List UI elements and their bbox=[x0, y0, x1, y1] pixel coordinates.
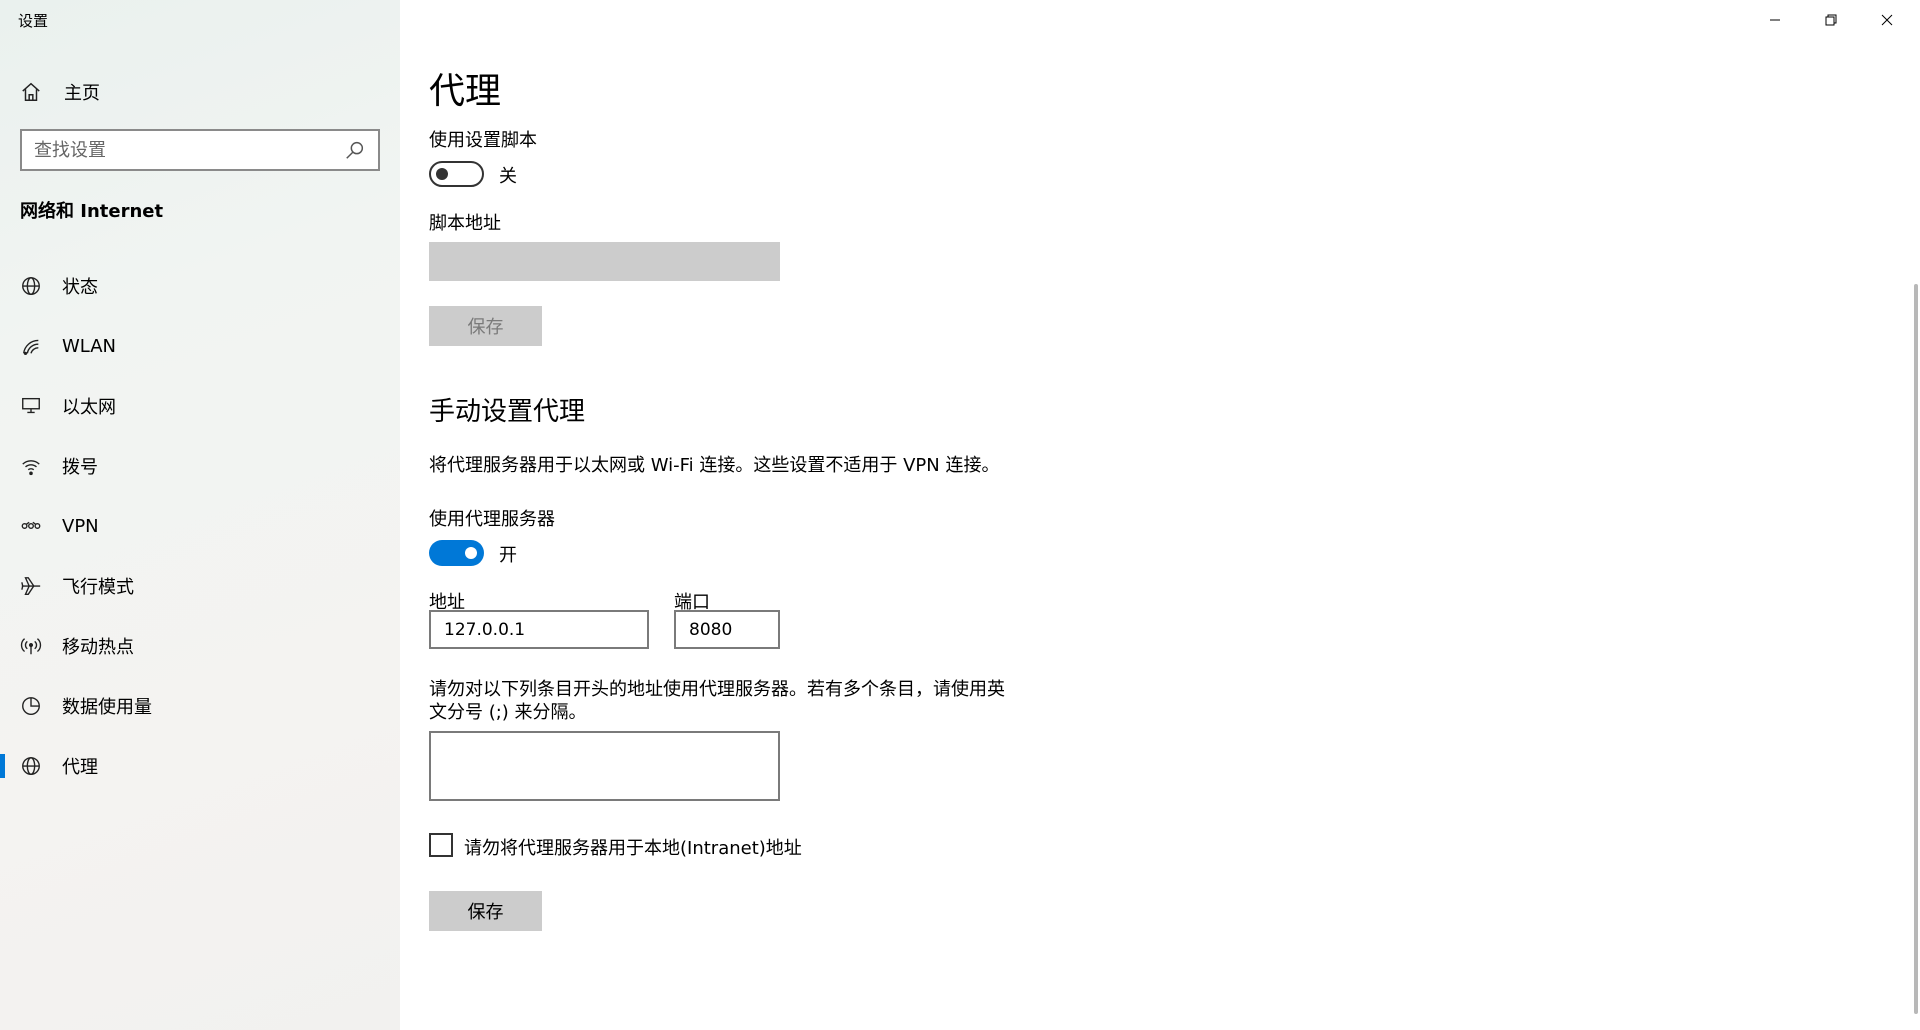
exceptions-description-line2: 文分号 (;) 来分隔。 bbox=[429, 702, 587, 723]
manual-save-button[interactable]: 保存 bbox=[429, 891, 542, 931]
sidebar-item-label: 移动热点 bbox=[62, 637, 134, 658]
search-box[interactable] bbox=[20, 129, 380, 171]
sidebar-item-hotspot[interactable]: 移动热点 bbox=[0, 616, 400, 676]
sidebar-item-label: 飞行模式 bbox=[62, 577, 134, 598]
toggle-knob bbox=[436, 168, 448, 180]
data-usage-icon bbox=[20, 695, 42, 717]
sidebar-item-label: VPN bbox=[62, 515, 99, 537]
nav-home-label: 主页 bbox=[64, 83, 100, 104]
sidebar-item-dialup[interactable]: 拨号 bbox=[0, 436, 400, 496]
nav-home[interactable]: 主页 bbox=[0, 72, 400, 112]
sidebar-item-label: WLAN bbox=[62, 335, 117, 357]
sidebar-item-vpn[interactable]: VPN bbox=[0, 496, 400, 556]
use-script-toggle[interactable] bbox=[429, 161, 484, 187]
script-address-field bbox=[429, 242, 780, 281]
sidebar-item-proxy[interactable]: 代理 bbox=[0, 736, 400, 796]
sidebar-item-wlan[interactable]: WLAN bbox=[0, 316, 400, 376]
sidebar-item-status[interactable]: 状态 bbox=[0, 256, 400, 316]
address-input[interactable] bbox=[429, 610, 649, 649]
airplane-icon bbox=[20, 575, 42, 597]
search-input[interactable] bbox=[34, 139, 344, 161]
page-title: 代理 bbox=[429, 71, 502, 112]
sidebar-item-ethernet[interactable]: 以太网 bbox=[0, 376, 400, 436]
scrollbar[interactable] bbox=[1914, 284, 1918, 1014]
nav-list: 状态 WLAN 以太网 拨号 VPN 飞行模式 移动热点 数据使用量 代理 bbox=[0, 256, 400, 796]
bypass-local-label: 请勿将代理服务器用于本地(Intranet)地址 bbox=[464, 838, 802, 859]
dialup-icon bbox=[20, 455, 42, 477]
section-title: 网络和 Internet bbox=[20, 201, 164, 222]
sidebar-item-label: 代理 bbox=[62, 757, 98, 778]
wifi-icon bbox=[20, 335, 42, 357]
use-proxy-state: 开 bbox=[499, 545, 517, 566]
use-proxy-label: 使用代理服务器 bbox=[429, 509, 555, 530]
script-address-label: 脚本地址 bbox=[429, 213, 501, 234]
sidebar-item-label: 状态 bbox=[62, 277, 98, 298]
manual-description: 将代理服务器用于以太网或 Wi-Fi 连接。这些设置不适用于 VPN 连接。 bbox=[429, 455, 1000, 476]
script-save-button: 保存 bbox=[429, 306, 542, 346]
use-script-state: 关 bbox=[499, 166, 517, 187]
globe-status-icon bbox=[20, 275, 42, 297]
home-icon bbox=[20, 81, 42, 103]
ethernet-icon bbox=[20, 395, 42, 417]
bypass-local-checkbox[interactable] bbox=[429, 833, 453, 857]
exceptions-input[interactable] bbox=[429, 731, 780, 801]
main-content: 代理 使用设置脚本 关 脚本地址 保存 手动设置代理 将代理服务器用于以太网或 … bbox=[400, 0, 1920, 1030]
app-title: 设置 bbox=[18, 12, 49, 30]
sidebar: 设置 主页 网络和 Internet 状态 WLAN bbox=[0, 0, 400, 1030]
sidebar-item-airplane[interactable]: 飞行模式 bbox=[0, 556, 400, 616]
use-proxy-toggle[interactable] bbox=[429, 540, 484, 566]
vpn-icon bbox=[20, 515, 42, 537]
sidebar-item-label: 以太网 bbox=[62, 397, 116, 418]
search-icon[interactable] bbox=[344, 139, 366, 161]
port-input[interactable] bbox=[674, 610, 780, 649]
hotspot-icon bbox=[20, 635, 42, 657]
use-script-label: 使用设置脚本 bbox=[429, 130, 537, 151]
sidebar-item-data-usage[interactable]: 数据使用量 bbox=[0, 676, 400, 736]
toggle-knob bbox=[465, 547, 477, 559]
manual-proxy-title: 手动设置代理 bbox=[429, 397, 586, 427]
sidebar-item-label: 拨号 bbox=[62, 457, 98, 478]
sidebar-item-label: 数据使用量 bbox=[62, 697, 152, 718]
globe-icon bbox=[20, 755, 42, 777]
